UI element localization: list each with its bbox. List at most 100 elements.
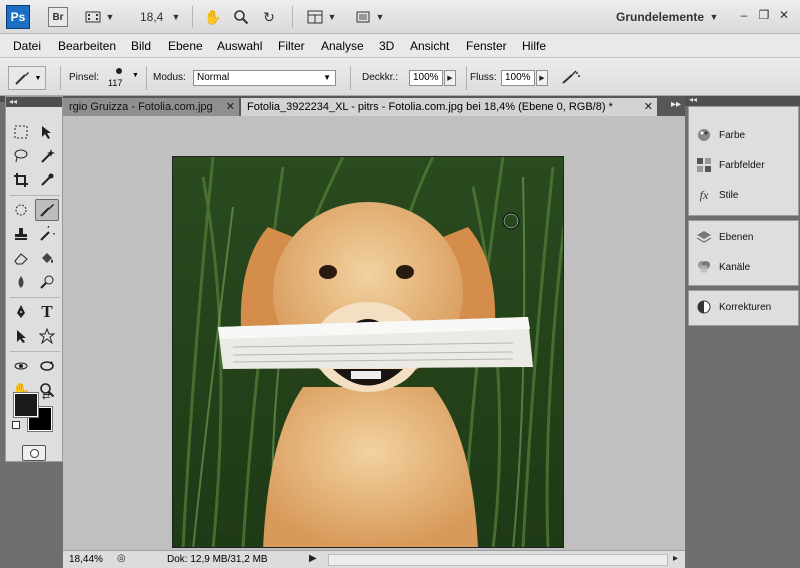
status-bar: 18,44% ◎ Dok: 12,9 MB/31,2 MB ▶ ▸ <box>63 550 685 568</box>
menu-hilfe[interactable]: Hilfe <box>522 39 546 53</box>
tool-preset-picker[interactable]: ▼ <box>8 66 46 90</box>
panel-label: Korrekturen <box>719 301 772 313</box>
horizontal-scrollbar[interactable] <box>328 554 668 566</box>
channels-icon <box>695 259 713 275</box>
lasso-tool-icon[interactable] <box>9 145 33 167</box>
panel-ebenen[interactable]: Ebenen <box>695 227 795 247</box>
menu-fenster[interactable]: Fenster <box>466 39 507 53</box>
mode-select[interactable]: Normal ▼ <box>193 70 336 86</box>
dodge-tool-icon[interactable] <box>35 271 59 293</box>
brush-dropdown-icon[interactable]: ▼ <box>132 72 139 79</box>
clone-stamp-tool-icon[interactable] <box>9 223 33 245</box>
eraser-tool-icon[interactable] <box>9 247 33 269</box>
restore-icon[interactable]: ❐ <box>756 8 772 22</box>
panel-label: Farbe <box>719 129 746 141</box>
chevron-down-icon: ▼ <box>323 73 331 82</box>
panel-kanaele[interactable]: Kanäle <box>695 257 795 277</box>
scroll-right-icon[interactable]: ▸ <box>673 553 678 564</box>
arrange-dropdown-icon[interactable]: ▼ <box>326 6 338 28</box>
minimize-icon[interactable]: – <box>736 8 752 22</box>
foreground-color-swatch[interactable] <box>13 392 39 418</box>
color-palette-icon <box>695 127 713 143</box>
close-icon[interactable]: ✕ <box>776 8 792 22</box>
bridge-button[interactable]: Br <box>48 7 68 27</box>
brush-icon <box>14 72 29 85</box>
film-icon[interactable] <box>82 6 104 28</box>
panel-label: Kanäle <box>719 261 751 273</box>
close-tab-icon[interactable]: ✕ <box>226 100 235 113</box>
magic-wand-tool-icon[interactable] <box>35 145 59 167</box>
tab-document-1[interactable]: rgio Gruizza - Fotolia.com.jpg ✕ <box>63 98 239 116</box>
eyedropper-tool-icon[interactable] <box>35 169 59 191</box>
menu-bild[interactable]: Bild <box>131 39 151 53</box>
history-brush-tool-icon[interactable] <box>35 223 59 245</box>
menu-filter[interactable]: Filter <box>278 39 305 53</box>
brush-tool-icon[interactable] <box>35 199 59 221</box>
blur-tool-icon[interactable] <box>9 271 33 293</box>
marquee-tool-icon[interactable] <box>9 121 33 143</box>
hand-icon[interactable]: ✋ <box>202 6 224 28</box>
panel-farbe[interactable]: Farbe <box>695 125 795 145</box>
menu-bearbeiten[interactable]: Bearbeiten <box>58 39 116 53</box>
path-selection-tool-icon[interactable] <box>9 325 33 347</box>
tab-label: Fotolia_3922234_XL - pitrs - Fotolia.com… <box>247 101 613 113</box>
airbrush-icon[interactable] <box>558 66 584 88</box>
type-tool-icon[interactable]: T <box>35 301 59 323</box>
status-zoom[interactable]: 18,44% <box>69 554 103 565</box>
move-tool-icon[interactable] <box>35 121 59 143</box>
panel-dock-header: ◂◂ <box>685 95 800 106</box>
zoom-level[interactable]: 18,4 <box>140 10 163 24</box>
menu-analyse[interactable]: Analyse <box>321 39 364 53</box>
menu-ebene[interactable]: Ebene <box>168 39 203 53</box>
document-image-dog-with-newspaper[interactable] <box>172 156 564 548</box>
3d-rotate-tool-icon[interactable] <box>9 355 33 377</box>
collapse-tools-icon[interactable]: ◂◂ <box>6 97 62 107</box>
panel-stile[interactable]: fx Stile <box>695 185 795 205</box>
zoom-dropdown-icon[interactable]: ▼ <box>170 6 182 28</box>
status-info-icon[interactable]: ◎ <box>117 553 126 564</box>
tools-panel: ◂◂ T ✋ ⇄ <box>5 96 63 462</box>
brush-tip-icon <box>116 68 122 74</box>
options-bar: ▼ Pinsel: 117 ▼ Modus: Normal ▼ Deckkr.:… <box>0 58 800 96</box>
more-tabs-icon[interactable]: ▸▸ <box>671 99 681 110</box>
swap-colors-icon[interactable]: ⇄ <box>42 391 50 402</box>
menu-auswahl[interactable]: Auswahl <box>217 39 262 53</box>
panel-farbfelder[interactable]: Farbfelder <box>695 155 795 175</box>
brush-picker[interactable]: 117 <box>108 64 134 92</box>
expand-panels-icon[interactable]: ◂◂ <box>689 95 697 104</box>
application-bar: Ps Br ▼ 18,4 ▼ ✋ ↻ ▼ ▼ Grundelemente ▼ –… <box>0 0 800 34</box>
opacity-field[interactable]: 100% <box>409 70 443 86</box>
menu-datei[interactable]: Datei <box>13 39 41 53</box>
tab-document-2[interactable]: Fotolia_3922234_XL - pitrs - Fotolia.com… <box>241 98 657 116</box>
panel-group-adjustments: Korrekturen <box>688 290 799 326</box>
panel-korrekturen[interactable]: Korrekturen <box>695 297 795 317</box>
menu-3d[interactable]: 3D <box>379 39 394 53</box>
flow-field[interactable]: 100% <box>501 70 535 86</box>
3d-orbit-tool-icon[interactable] <box>35 355 59 377</box>
close-tab-icon[interactable]: ✕ <box>644 100 653 113</box>
quick-mask-button[interactable] <box>22 445 46 461</box>
spot-healing-brush-tool-icon[interactable] <box>9 199 33 221</box>
opacity-slider-arrow-icon[interactable]: ▶ <box>444 70 456 86</box>
custom-shape-tool-icon[interactable] <box>35 325 59 347</box>
layers-icon <box>695 229 713 245</box>
workspace-dropdown-icon[interactable]: ▼ <box>708 6 720 28</box>
crop-tool-icon[interactable] <box>9 169 33 191</box>
arrange-documents-icon[interactable] <box>304 6 326 28</box>
status-document-size: Dok: 12,9 MB/31,2 MB <box>167 554 268 565</box>
workspace-switcher[interactable]: Grundelemente <box>616 10 704 24</box>
flow-slider-arrow-icon[interactable]: ▶ <box>536 70 548 86</box>
pen-tool-icon[interactable] <box>9 301 33 323</box>
paint-bucket-tool-icon[interactable] <box>35 247 59 269</box>
status-menu-arrow-icon[interactable]: ▶ <box>309 553 317 564</box>
menu-ansicht[interactable]: Ansicht <box>410 39 449 53</box>
zoom-icon[interactable] <box>230 6 252 28</box>
screen-mode-icon[interactable] <box>352 6 374 28</box>
rotate-view-icon[interactable]: ↻ <box>258 6 280 28</box>
panel-group-layers: Ebenen Kanäle <box>688 220 799 286</box>
screen-mode-dropdown-icon[interactable]: ▼ <box>374 6 386 28</box>
chevron-down-icon[interactable]: ▼ <box>104 6 116 28</box>
chevron-down-icon: ▼ <box>34 74 42 82</box>
default-colors-icon[interactable] <box>12 421 20 429</box>
panel-label: Ebenen <box>719 231 754 243</box>
